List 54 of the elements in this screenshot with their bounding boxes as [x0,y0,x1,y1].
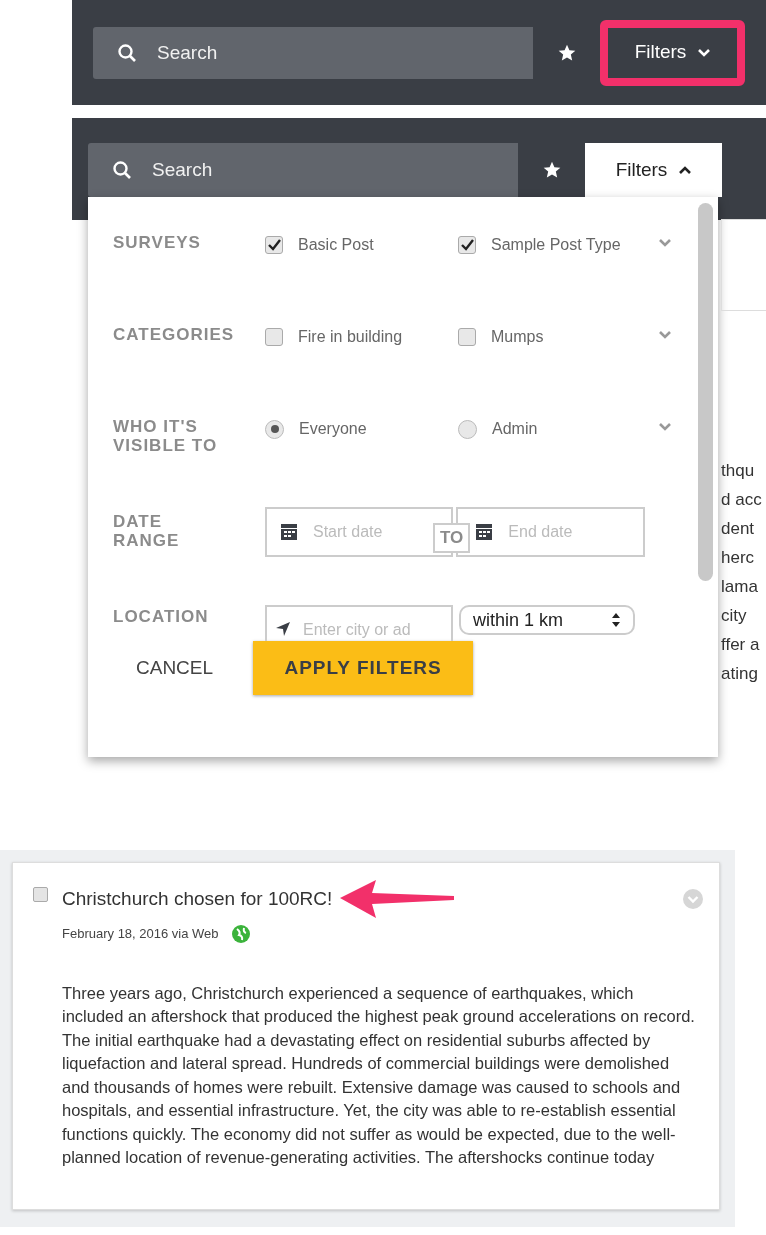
option-label: Admin [492,419,538,439]
text-fragment: thqu [721,460,756,482]
option-label: Basic Post [298,235,374,255]
filter-label: CATEGORIES [113,325,236,344]
filter-label: LOCATION [113,606,210,626]
calendar-icon [476,524,493,540]
chevron-icon [659,331,671,339]
location-field[interactable]: Enter city or ad [265,605,453,641]
checkbox[interactable] [33,887,48,902]
search-icon [117,42,137,63]
radio-button[interactable] [458,419,477,439]
checkbox[interactable] [265,328,283,346]
calendar-icon [281,524,297,540]
text-fragment: d acc [721,489,763,511]
up-down-icon [611,612,621,628]
checkbox[interactable] [265,236,283,254]
filter-label: DATE RANGE [113,511,181,550]
location-arrow-icon [275,621,291,637]
cancel-button[interactable]: CANCEL [136,653,214,683]
radius-select[interactable]: within 1 km [459,605,635,635]
text-fragment: lama [721,576,759,598]
check-icon [460,239,474,251]
chevron-icon [659,423,671,431]
apply-filters-button[interactable]: APPLY FILTERS [253,641,474,695]
option-label: Mumps [491,327,544,347]
option-label: Fire in building [298,327,403,347]
search-field[interactable]: Search [93,26,533,79]
checkbox[interactable] [458,236,476,254]
chevron-icon [698,48,711,57]
globe-icon [230,923,251,944]
filters-button[interactable]: Filters [585,143,722,197]
chevron-icon [679,166,692,174]
post-body: Three years ago, Christchurch experienced a sequence of earthquakes, which included an aftershock that produced the highest peak ground accelerations on record. The initial earthquake had a devastating effect on residential suburbs affected by liquefaction and lateral spread. Hundreds of commercial buildings were demolished and thousands of homes were rebuilt. Extensive damage was caused to schools and hospitals, and essential infrastructure. Yet, the city was able to re-establish essential functions quickly. The economy did not suffer as would be expected, due to the well-planned location of revenue-generating activities. The aftershocks continue today [62,982,696,1168]
chevron-icon [659,239,671,247]
chevron-circle-icon[interactable] [683,889,703,910]
filters-button[interactable]: Filters [600,19,745,86]
checkbox[interactable] [458,328,476,346]
text-fragment: ating [721,663,759,685]
text-fragment: city [721,605,748,627]
radio-button[interactable] [265,419,284,439]
post-title[interactable]: Christchurch chosen for 100RC! [62,885,333,914]
option-label: Sample Post Type [491,235,621,255]
post-meta: February 18, 2016 via Web [62,924,219,943]
text-fragment: herc [721,547,756,569]
scrollbar[interactable] [698,203,713,581]
text-fragment: ffer a [721,634,761,656]
search-field[interactable]: Search [88,143,518,197]
option-label: Everyone [299,419,367,439]
filter-label: SURVEYS [113,233,202,252]
filter-label: WHO IT'S VISIBLE TO [113,417,219,455]
text-fragment: dent [721,518,756,540]
search-icon [112,160,132,180]
check-icon [267,239,281,251]
date-separator: TO [433,523,471,553]
